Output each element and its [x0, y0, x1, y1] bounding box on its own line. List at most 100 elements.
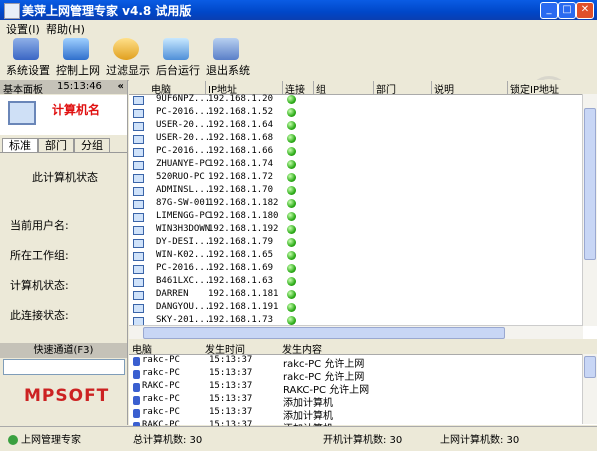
table-row[interactable]: USER-20... 192.168.1.64 — [129, 120, 581, 133]
vertical-scrollbar[interactable] — [582, 94, 597, 326]
connection-status-icon — [287, 290, 296, 299]
tab-standard[interactable]: 标准 — [2, 138, 38, 153]
computer-name-cell: DY-DESI... — [156, 237, 211, 247]
col-description[interactable]: 说明 — [431, 81, 508, 96]
computer-name-cell: B461LXC... — [156, 276, 211, 286]
col-group[interactable]: 组 — [313, 81, 374, 96]
ip-cell: 192.168.1.52 — [208, 107, 274, 117]
computer-name-cell: LIMENGG-PC — [156, 211, 211, 221]
table-row[interactable]: WIN-K02... 192.168.1.65 — [129, 250, 581, 263]
status-app-name: 上网管理专家 — [8, 431, 81, 446]
table-row[interactable]: DANGYOU... 192.168.1.191 — [129, 302, 581, 315]
table-row[interactable]: PC-2016... 192.168.1.66 — [129, 146, 581, 159]
background-run-button[interactable]: 后台运行 — [156, 38, 200, 78]
connection-status-icon — [287, 238, 296, 247]
ip-cell: 192.168.1.68 — [208, 133, 274, 143]
computer-icon — [133, 304, 144, 313]
table-row[interactable]: DY-DESI... 192.168.1.79 — [129, 237, 581, 250]
filter-icon — [113, 38, 139, 60]
current-user-label: 当前用户名: — [10, 219, 69, 232]
connection-status-label: 此连接状态: — [10, 309, 69, 322]
computer-info: 计算机名 — [0, 95, 127, 135]
connection-status-icon — [287, 108, 296, 117]
log-computer-cell: RAKC-PC — [142, 381, 180, 391]
log-row[interactable]: rakc-PC 15:13:37 添加计算机 — [129, 394, 581, 409]
info-tabs: 标准 部门 分组 — [0, 138, 127, 153]
col-connection[interactable]: 连接 — [282, 81, 313, 96]
computer-name-cell: 9UF6NPZ... — [156, 94, 211, 104]
table-row[interactable]: LIMENGG-PC 192.168.1.180 — [129, 211, 581, 224]
computer-icon — [133, 200, 144, 209]
tab-group[interactable]: 分组 — [74, 138, 110, 153]
computer-icon — [133, 187, 144, 196]
log-col-content[interactable]: 发生内容 — [282, 341, 322, 356]
log-row[interactable]: rakc-PC 15:13:37 rakc-PC 允许上网 — [129, 355, 581, 370]
log-row[interactable]: rakc-PC 15:13:37 添加计算机 — [129, 407, 581, 422]
menu-settings[interactable]: 设置(I) — [6, 21, 40, 37]
status-powered-on: 开机计算机数: 30 — [323, 435, 403, 446]
col-ip[interactable]: IP地址 — [205, 81, 282, 96]
table-row[interactable]: WIN3H3DOWN 192.168.1.192 — [129, 224, 581, 237]
table-row[interactable]: ADMINSL... 192.168.1.70 — [129, 185, 581, 198]
info-icon — [133, 396, 140, 405]
computer-list-header: 电脑 IP地址 连接 组 部门 说明 锁定IP地址 — [129, 80, 597, 96]
log-time-cell: 15:13:37 — [209, 368, 253, 378]
log-time-cell: 15:13:37 — [209, 394, 253, 404]
table-row[interactable]: B461LXC... 192.168.1.63 — [129, 276, 581, 289]
collapse-button[interactable]: « — [118, 81, 124, 92]
log-computer-cell: rakc-PC — [142, 368, 180, 378]
computer-name: 计算机名 — [52, 103, 101, 117]
connection-status-icon — [287, 173, 296, 182]
system-settings-button[interactable]: 系统设置 — [6, 38, 50, 78]
col-locked-ip[interactable]: 锁定IP地址 — [507, 81, 582, 96]
col-department[interactable]: 部门 — [373, 81, 432, 96]
computer-icon — [133, 148, 144, 157]
computer-name-cell: SKY-201... — [156, 315, 211, 325]
menu-bar: 设置(I) 帮助(H) — [0, 20, 597, 36]
connection-status-icon — [287, 225, 296, 234]
table-row[interactable]: ZHUANYE-PC 192.168.1.74 — [129, 159, 581, 172]
exit-system-button[interactable]: 退出系统 — [206, 38, 250, 78]
minimize-button[interactable]: _ — [540, 2, 558, 19]
table-row[interactable]: PC-2016... 192.168.1.52 — [129, 107, 581, 120]
menu-help[interactable]: 帮助(H) — [46, 21, 85, 37]
log-col-time[interactable]: 发生时间 — [205, 341, 245, 356]
panel-header: 基本面板 15:13:46 « — [0, 80, 127, 96]
close-button[interactable]: ✕ — [576, 2, 594, 19]
app-globe-icon — [8, 435, 18, 445]
computer-name-cell: WIN3H3DOWN — [156, 224, 211, 234]
log-col-computer[interactable]: 电脑 — [132, 341, 152, 356]
toolbar: 系统设置 控制上网 过滤显示 后台运行 退出系统 — [0, 36, 597, 118]
network-control-icon — [63, 38, 89, 60]
scroll-thumb[interactable] — [584, 108, 596, 260]
scroll-thumb[interactable] — [584, 356, 596, 378]
control-internet-button[interactable]: 控制上网 — [56, 38, 100, 78]
scroll-thumb[interactable] — [143, 327, 505, 339]
horizontal-scrollbar[interactable] — [129, 325, 583, 339]
table-row[interactable]: USER-20... 192.168.1.68 — [129, 133, 581, 146]
table-row[interactable]: 87G-SW-001 192.168.1.182 — [129, 198, 581, 211]
log-row[interactable]: rakc-PC 15:13:37 rakc-PC 允许上网 — [129, 368, 581, 383]
tab-department[interactable]: 部门 — [38, 138, 74, 153]
table-row[interactable]: PC-2016... 192.168.1.69 — [129, 263, 581, 276]
table-row[interactable]: 520RUO-PC 192.168.1.72 — [129, 172, 581, 185]
computer-name-cell: 87G-SW-001 — [156, 198, 211, 208]
computer-icon — [133, 213, 144, 222]
connection-status-icon — [287, 121, 296, 130]
computer-icon — [133, 239, 144, 248]
connection-status-icon — [287, 316, 296, 325]
status-title: 此计算机状态 — [32, 171, 98, 184]
log-vertical-scrollbar[interactable] — [582, 354, 597, 424]
computer-name-cell: PC-2016... — [156, 107, 211, 117]
connection-status-icon — [287, 251, 296, 260]
table-row[interactable]: 9UF6NPZ... 192.168.1.20 — [129, 94, 581, 107]
ip-cell: 192.168.1.182 — [208, 198, 279, 208]
ip-cell: 192.168.1.64 — [208, 120, 274, 130]
log-row[interactable]: RAKC-PC 15:13:37 RAKC-PC 允许上网 — [129, 381, 581, 396]
fast-channel-input[interactable] — [3, 359, 125, 375]
exit-icon — [213, 38, 239, 60]
ip-cell: 192.168.1.180 — [208, 211, 279, 221]
maximize-button[interactable]: □ — [558, 2, 576, 19]
table-row[interactable]: DARREN 192.168.1.181 — [129, 289, 581, 302]
filter-display-button[interactable]: 过滤显示 — [106, 38, 150, 78]
